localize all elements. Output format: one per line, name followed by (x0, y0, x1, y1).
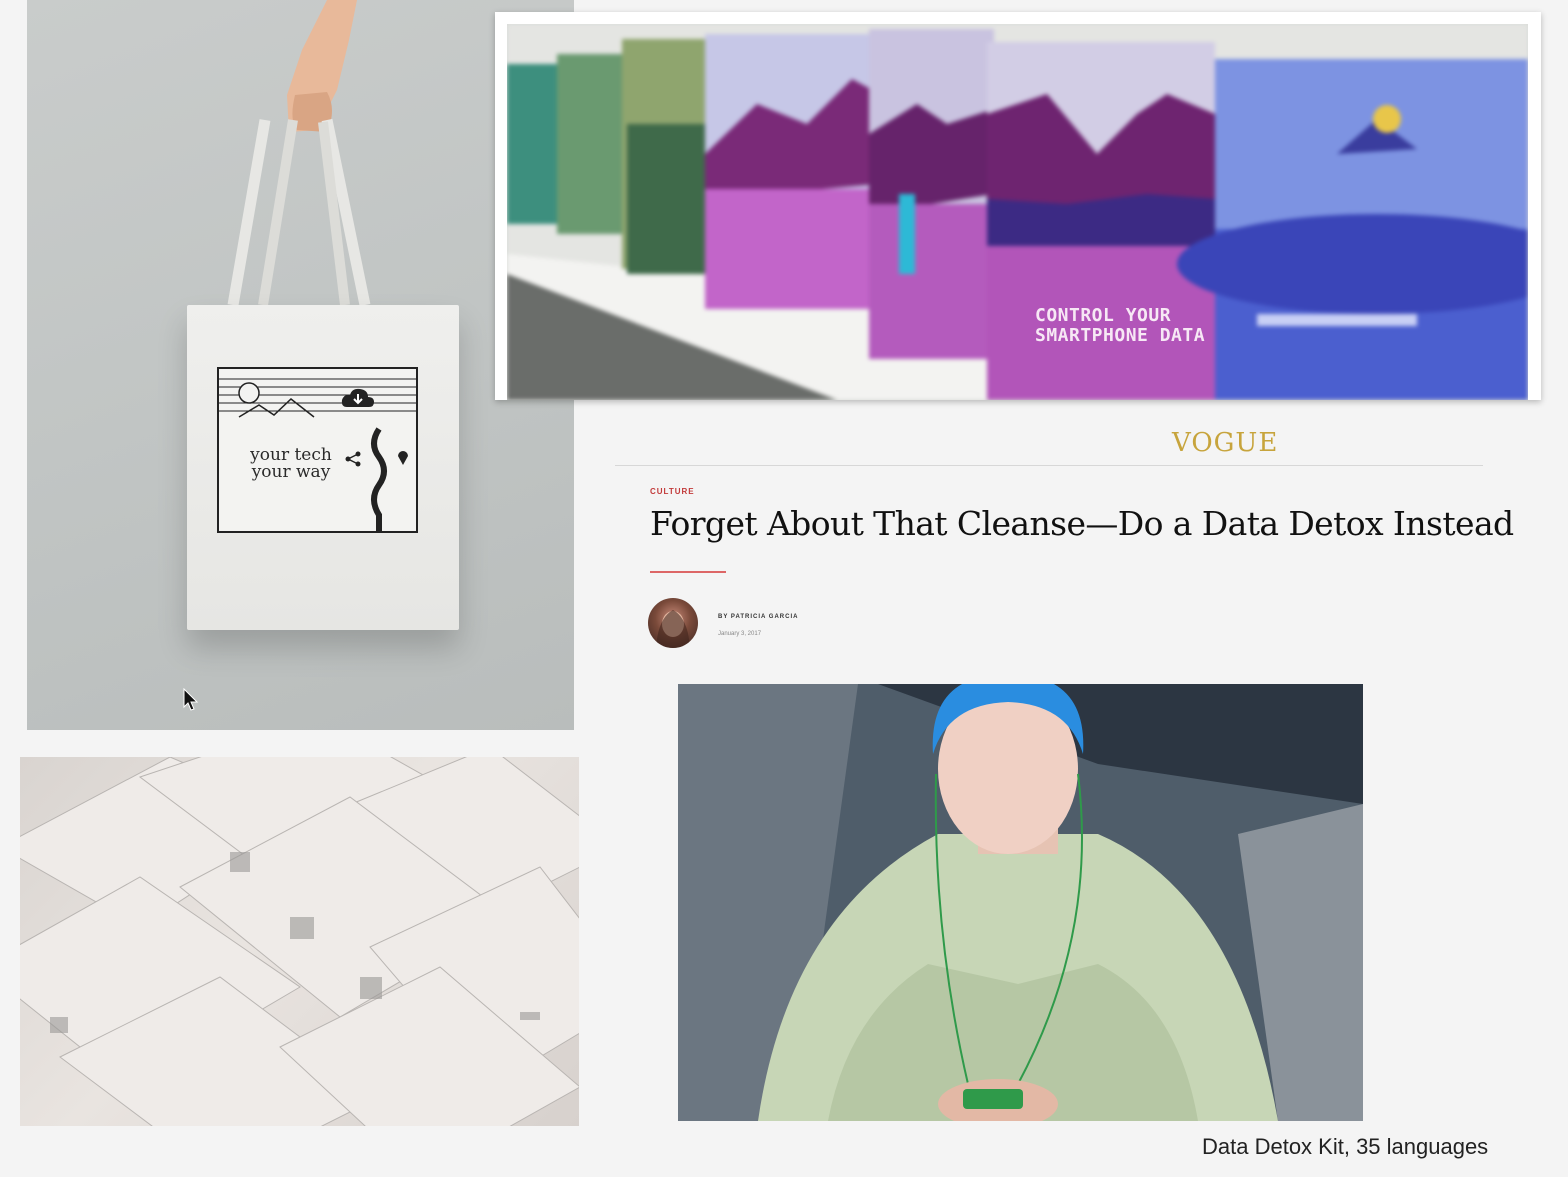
vogue-logo: VOGUE (1172, 428, 1279, 458)
article-byline: BY PATRICIA GARCIA (718, 614, 799, 620)
mouse-pointer-icon (183, 688, 199, 711)
tote-bag-photo: your tech your way (27, 0, 574, 730)
vogue-header-divider (615, 465, 1483, 466)
share-icon (345, 451, 361, 467)
bag-print-text: your tech your way (241, 447, 341, 481)
article-date: January 3, 2017 (718, 631, 762, 637)
leaflet-title-line2: SMARTPHONE DATA (1035, 325, 1206, 346)
leaflet-title-line1: CONTROL YOUR (1035, 305, 1172, 326)
headline-underline (650, 571, 726, 573)
article-category: CULTURE (650, 487, 695, 496)
blue-hair-portrait-photo (678, 684, 1363, 1121)
leaflet-title: CONTROL YOUR SMARTPHONE DATA (1035, 306, 1205, 346)
bag-print-artwork: your tech your way (217, 367, 418, 533)
article-headline: Forget About That Cleanse—Do a Data Deto… (650, 504, 1514, 543)
location-pin-icon (398, 451, 408, 465)
leaflets-photo: CONTROL YOUR SMARTPHONE DATA (507, 24, 1528, 400)
leaflets-photo-frame: CONTROL YOUR SMARTPHONE DATA (495, 12, 1541, 400)
tote-bag: your tech your way (187, 305, 459, 630)
author-avatar (648, 598, 698, 648)
cloud-download-icon (341, 388, 374, 407)
slide-caption: Data Detox Kit, 35 languages (1202, 1134, 1489, 1159)
booklets-photo (20, 757, 579, 1126)
bag-text-line2: your way (251, 462, 331, 482)
